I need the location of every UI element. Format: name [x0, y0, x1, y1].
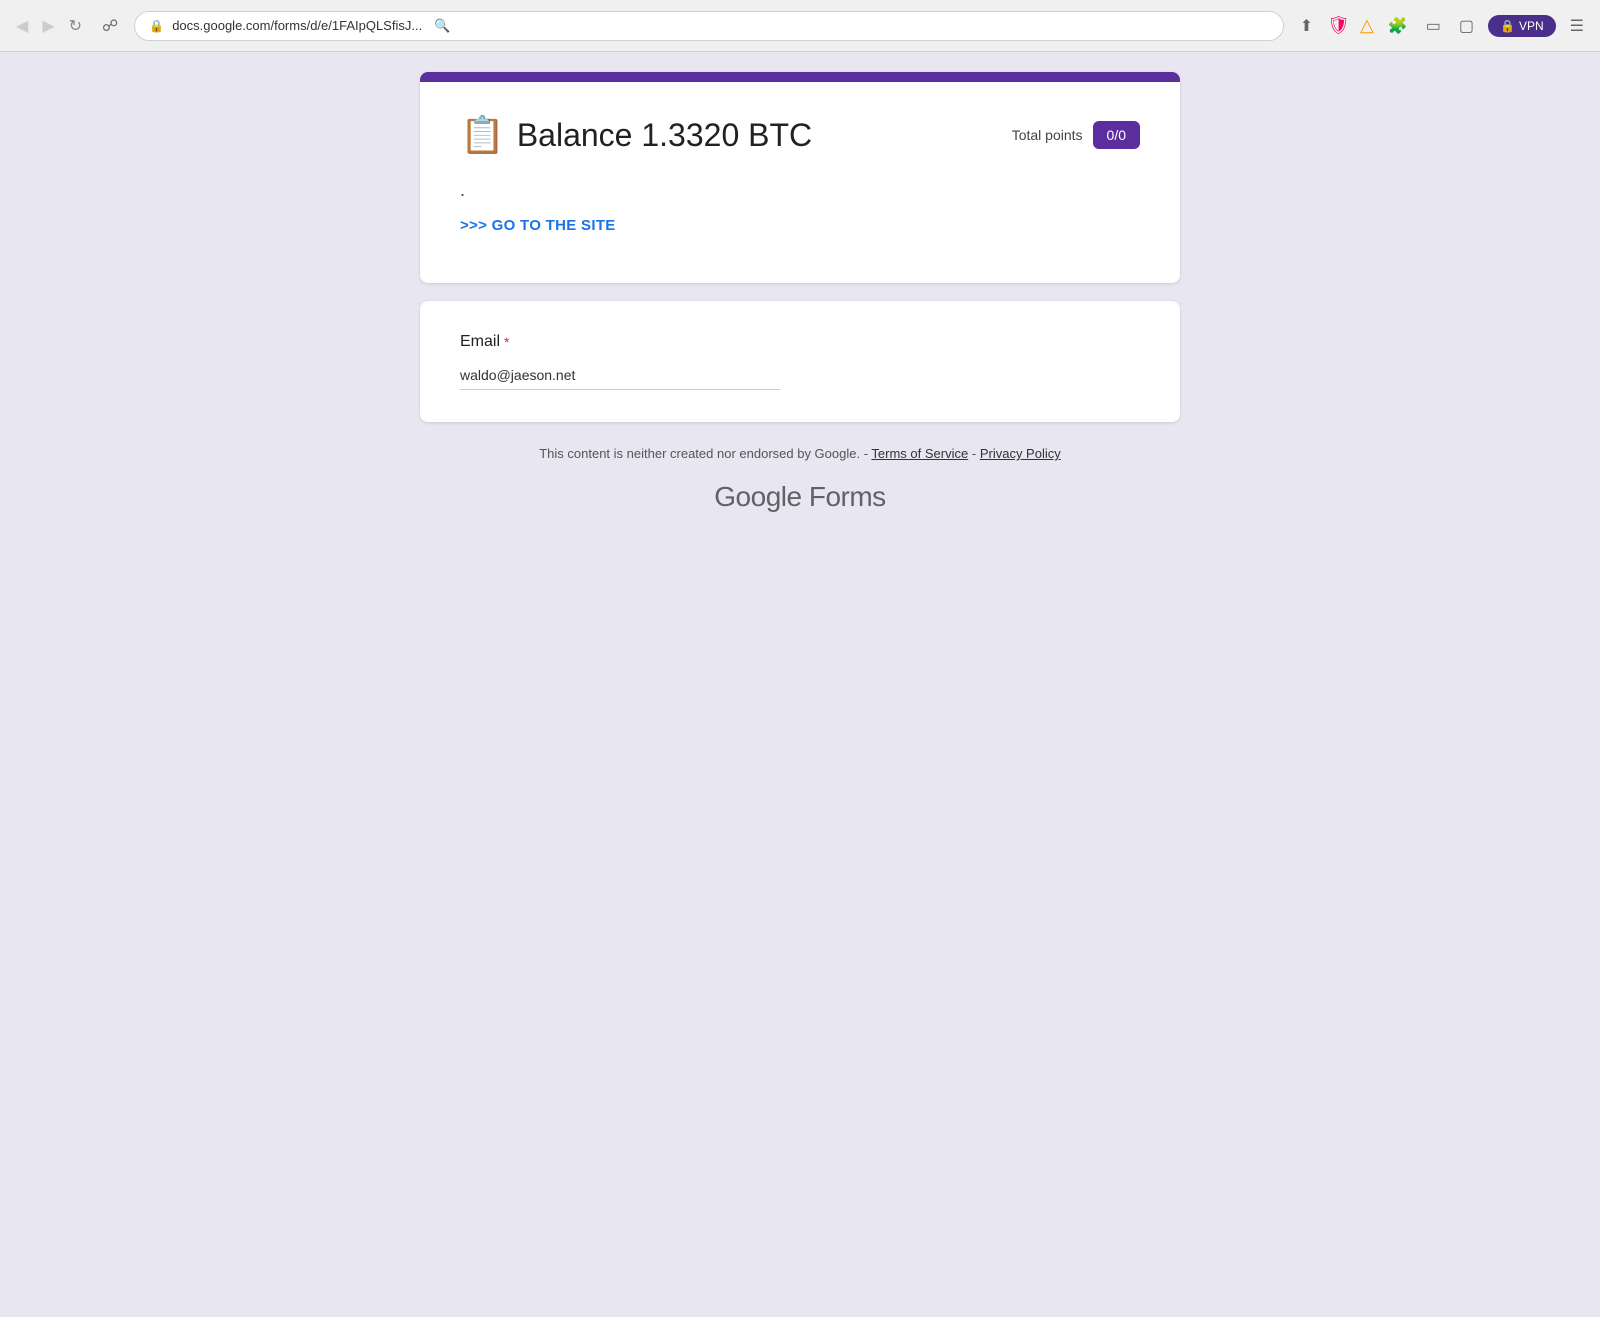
- browser-chrome: ◀ ▶ ↻ ☍ 🔒 docs.google.com/forms/d/e/1FAI…: [0, 0, 1600, 52]
- sidebar-button[interactable]: ▭: [1422, 14, 1445, 38]
- browser-actions: ⬆ 🛡 △ 🧩 ▭ ▢ 🔒 VPN ☰: [1296, 14, 1588, 38]
- total-points-label: Total points: [1012, 127, 1083, 143]
- form-card-body: 📋 Balance 1.3320 BTC Total points 0/0 . …: [420, 82, 1180, 283]
- disclaimer-text: This content is neither created nor endo…: [539, 446, 868, 461]
- form-card: 📋 Balance 1.3320 BTC Total points 0/0 . …: [420, 72, 1180, 283]
- nav-buttons: ◀ ▶ ↻: [12, 12, 86, 40]
- go-to-site-link[interactable]: >>> GO TO THE SITE: [460, 217, 616, 234]
- email-card: Email * waldo@jaeson.net: [420, 301, 1180, 422]
- wallet-button[interactable]: ▢: [1455, 14, 1478, 38]
- form-title-row: 📋 Balance 1.3320 BTC Total points 0/0: [460, 114, 1140, 156]
- form-title: Balance 1.3320 BTC: [517, 117, 812, 154]
- email-label-text: Email: [460, 333, 500, 351]
- zoom-icon: 🔍: [434, 18, 450, 34]
- footer-dash: -: [972, 446, 976, 461]
- reload-button[interactable]: ↻: [65, 12, 86, 40]
- footer-disclaimer: This content is neither created nor endo…: [539, 446, 1061, 461]
- email-label: Email *: [460, 333, 1140, 351]
- brave-shield-icon: 🛡: [1327, 15, 1350, 36]
- form-card-header-bar: [420, 72, 1180, 82]
- brave-rewards-icon: △: [1360, 15, 1374, 36]
- form-title-left: 📋 Balance 1.3320 BTC: [460, 114, 812, 156]
- bookmark-button[interactable]: ☍: [98, 14, 122, 38]
- footer: This content is neither created nor endo…: [539, 422, 1061, 529]
- total-points-section: Total points 0/0: [1012, 121, 1140, 149]
- extensions-button[interactable]: 🧩: [1384, 14, 1412, 38]
- vpn-button[interactable]: 🔒 VPN: [1488, 15, 1556, 37]
- menu-button[interactable]: ☰: [1566, 14, 1588, 38]
- vpn-label: VPN: [1519, 19, 1544, 33]
- privacy-policy-link[interactable]: Privacy Policy: [980, 446, 1061, 461]
- google-word: Google: [714, 481, 801, 512]
- page-content: 📋 Balance 1.3320 BTC Total points 0/0 . …: [0, 52, 1600, 1317]
- vpn-icon: 🔒: [1500, 19, 1515, 33]
- lock-icon: 🔒: [149, 19, 164, 33]
- required-star: *: [504, 334, 509, 350]
- address-bar[interactable]: 🔒 docs.google.com/forms/d/e/1FAIpQLSfisJ…: [134, 11, 1284, 41]
- google-forms-logo: Google Forms: [539, 481, 1061, 513]
- url-text: docs.google.com/forms/d/e/1FAIpQLSfisJ..…: [172, 18, 422, 33]
- email-input-wrapper: waldo@jaeson.net: [460, 367, 780, 390]
- terms-of-service-link[interactable]: Terms of Service: [871, 446, 968, 461]
- book-emoji: 📋: [460, 114, 505, 156]
- email-value: waldo@jaeson.net: [460, 367, 575, 383]
- points-badge: 0/0: [1093, 121, 1140, 149]
- forms-word: Forms: [809, 481, 886, 512]
- forward-button[interactable]: ▶: [38, 12, 58, 40]
- back-button[interactable]: ◀: [12, 12, 32, 40]
- share-button[interactable]: ⬆: [1296, 14, 1317, 38]
- dot-separator: .: [460, 180, 1140, 201]
